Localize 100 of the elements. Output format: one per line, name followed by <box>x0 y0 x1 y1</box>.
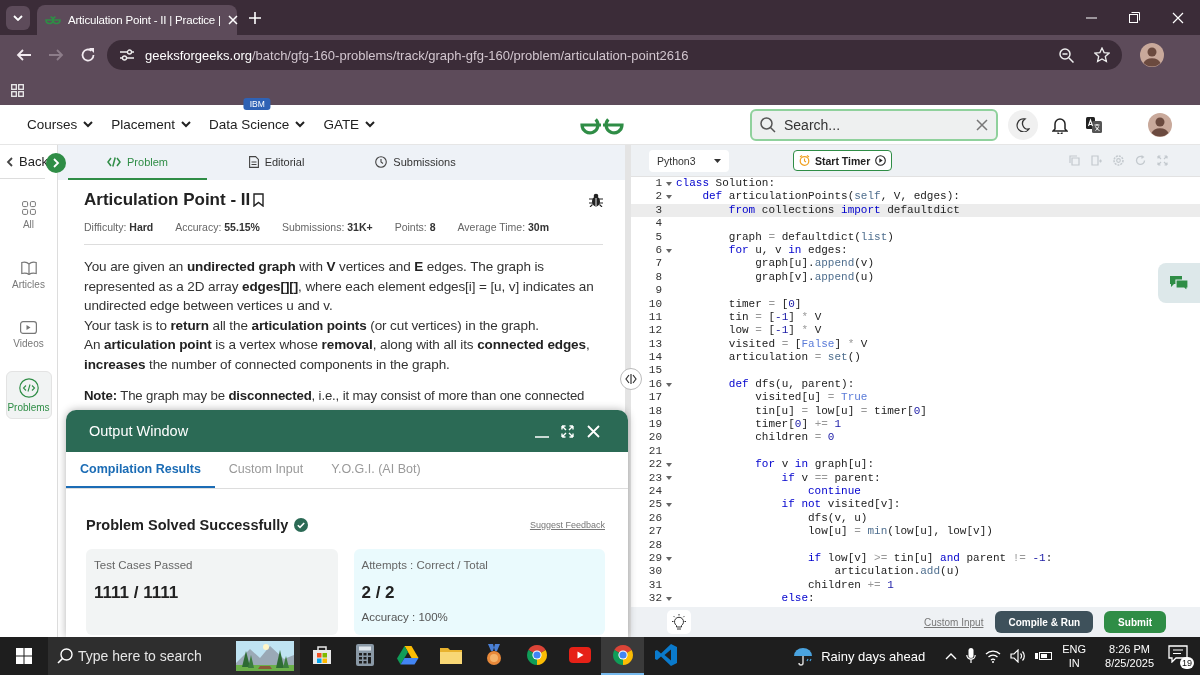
caret-icon <box>365 121 376 128</box>
problem-stat: Points: 8 <box>394 221 436 233</box>
sidebar-item[interactable]: Problems <box>5 371 52 419</box>
browser-tab[interactable]: Articulation Point - II | Practice | <box>37 5 237 35</box>
clock-date[interactable]: 8/25/2025 <box>1105 656 1154 670</box>
battery-icon[interactable] <box>1035 650 1054 662</box>
fold-icon[interactable] <box>666 181 672 186</box>
code-line: low[u] = min(low[u], low[v]) <box>807 525 993 539</box>
chevron-up-icon[interactable] <box>945 652 958 660</box>
nav-menu[interactable]: GATE <box>323 117 376 132</box>
card-label: Test Cases Passed <box>94 559 194 571</box>
search-field[interactable]: Search... <box>750 108 998 141</box>
avatar <box>1140 43 1164 67</box>
address-bar[interactable]: geeksforgeeks.org/batch/gfg-160-problems/track/graph-gfg-160/problem/articulation-point2616 <box>107 40 1122 70</box>
sidebar-item[interactable]: All <box>5 191 52 239</box>
close-icon[interactable] <box>587 424 600 438</box>
theme-toggle[interactable] <box>1008 109 1038 140</box>
site-favicon <box>45 15 61 25</box>
code-line: from collections import defaultdict <box>727 203 960 218</box>
microphone-icon[interactable] <box>966 648 977 664</box>
code-line: children = 0 <box>754 431 835 445</box>
folder-icon <box>439 646 462 664</box>
chevron-icon <box>6 156 13 167</box>
sidebar-item[interactable]: Articles <box>5 251 52 299</box>
umbrella-icon <box>793 646 814 666</box>
site-info-icon[interactable] <box>119 48 135 62</box>
problem-stat: Accuracy: 55.15% <box>175 221 260 233</box>
weather-text[interactable]: Rainy days ahead <box>821 648 926 664</box>
wifi-icon[interactable] <box>985 649 1002 663</box>
line-number: 26 <box>647 511 662 526</box>
fold-icon[interactable] <box>666 556 672 561</box>
code-line: children += 1 <box>807 578 894 593</box>
caret-icon <box>83 121 94 128</box>
reload-icon[interactable] <box>80 47 96 63</box>
line-number: 6 <box>654 243 662 258</box>
custom-input-link[interactable]: Custom Input <box>923 616 984 628</box>
nav-menu[interactable]: Courses <box>27 117 94 132</box>
restore-icon[interactable] <box>1129 12 1140 23</box>
line-number: 32 <box>647 592 662 606</box>
volume-icon[interactable] <box>1010 649 1027 663</box>
submit-button[interactable]: Submit <box>1104 611 1166 633</box>
clock-time[interactable]: 8:26 PM <box>1109 642 1150 656</box>
language-dropdown[interactable]: Python3 <box>649 149 729 172</box>
code-line: def dfs(u, parent): <box>727 377 855 392</box>
tab[interactable]: Submissions <box>346 145 485 180</box>
lightbulb-icon <box>671 614 687 630</box>
language-text[interactable]: ENG <box>1062 642 1087 656</box>
taskbar-app[interactable] <box>601 637 644 675</box>
expand-icon[interactable] <box>561 424 574 438</box>
bookmark-icon[interactable] <box>253 193 265 207</box>
chat-button[interactable] <box>1158 263 1200 303</box>
hint-button[interactable] <box>667 610 691 634</box>
zoom-icon[interactable] <box>1059 47 1074 63</box>
fold-icon[interactable] <box>666 462 672 467</box>
expand-button[interactable] <box>46 153 66 173</box>
fold-icon[interactable] <box>666 596 672 601</box>
bell-icon[interactable] <box>1052 115 1068 134</box>
code-line: articulation = set() <box>727 351 861 365</box>
code-line: graph[v].append(u) <box>754 270 875 285</box>
new-tab-icon[interactable] <box>249 11 261 24</box>
fold-icon[interactable] <box>666 195 672 200</box>
feedback-link[interactable]: Suggest Feedback <box>529 520 605 530</box>
fold-icon[interactable] <box>666 503 672 508</box>
line-number: 18 <box>647 404 662 419</box>
search-icon <box>57 648 73 664</box>
code-line: graph = defaultdict(list) <box>727 230 894 244</box>
nav-menu[interactable]: Placement <box>111 117 192 132</box>
region-text[interactable]: IN <box>1068 656 1080 670</box>
windows-icon[interactable] <box>16 648 32 664</box>
tab[interactable]: Compilation Results <box>66 452 215 488</box>
apps-icon[interactable] <box>11 83 24 97</box>
translate-icon[interactable] <box>1086 116 1102 133</box>
problem-stat: Difficulty: Hard <box>84 221 154 233</box>
tab-list-button[interactable] <box>6 5 30 30</box>
tab[interactable]: Problem <box>68 145 207 180</box>
bug-icon[interactable] <box>589 193 603 207</box>
line-number: 22 <box>647 458 662 472</box>
code-icon <box>18 377 39 398</box>
card-detail: Accuracy : 100% <box>361 611 449 623</box>
fold-icon[interactable] <box>666 248 672 253</box>
minimize-icon[interactable] <box>1086 16 1097 19</box>
start-timer-button[interactable]: Start Timer <box>793 150 893 171</box>
fold-icon[interactable] <box>666 476 672 481</box>
line-number: 27 <box>647 525 662 539</box>
nav-menu[interactable]: Data Science <box>209 117 306 132</box>
sidebar-item[interactable]: Videos <box>5 311 52 359</box>
code-line: class Solution: <box>676 177 776 191</box>
close-icon[interactable] <box>227 15 238 25</box>
clear-icon[interactable] <box>976 118 988 131</box>
fold-icon[interactable] <box>666 382 672 387</box>
star-icon[interactable] <box>1094 47 1110 63</box>
tab[interactable]: Editorial <box>207 145 346 180</box>
back-icon[interactable] <box>16 47 32 63</box>
compile-run-button[interactable]: Compile & Run <box>995 611 1094 633</box>
close-icon[interactable] <box>1172 11 1184 24</box>
problem-text: An articulation point is a vertex whose removal, along with all its connected edges, increases the number of connected components in the graph. <box>84 336 591 374</box>
card-label: Attempts : Correct / Total <box>361 559 489 571</box>
line-number: 15 <box>647 364 662 378</box>
problem-text: Your task is to return all the articulation points (or cut vertices) in the graph. <box>84 316 540 335</box>
clock-icon <box>375 155 388 168</box>
